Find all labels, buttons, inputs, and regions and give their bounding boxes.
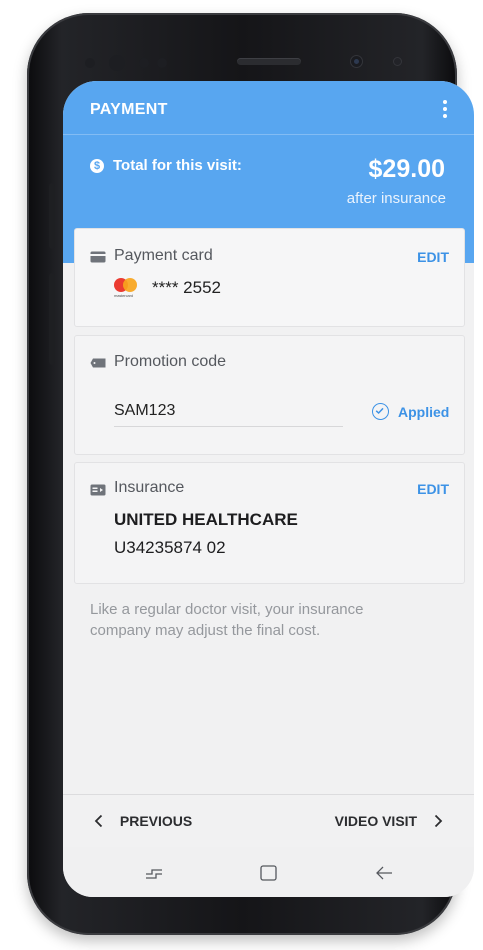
sensor-dot bbox=[157, 58, 167, 68]
footer-divider bbox=[63, 794, 474, 795]
applied-status: Applied bbox=[398, 404, 450, 420]
front-camera bbox=[350, 55, 363, 68]
card-number: **** 2552 bbox=[152, 278, 222, 297]
disclaimer-text: Like a regular doctor visit, your insura… bbox=[90, 601, 364, 639]
sensor-dot bbox=[139, 58, 149, 68]
sensor-dot bbox=[109, 55, 125, 71]
home-icon[interactable] bbox=[260, 865, 277, 881]
proximity-sensor bbox=[393, 57, 402, 66]
insurance-provider: UNITED HEALTHCARE bbox=[114, 510, 298, 529]
app-screen: PAYMENT $ Total for this visit: $29.00 a… bbox=[63, 81, 474, 897]
earpiece-speaker bbox=[237, 58, 301, 65]
bixby-button bbox=[49, 273, 55, 365]
system-nav-bar bbox=[63, 847, 474, 897]
page-title: PAYMENT bbox=[90, 101, 168, 118]
insurance-label: Insurance bbox=[114, 479, 185, 496]
sensor-dot bbox=[85, 58, 95, 68]
phone-frame: PAYMENT $ Total for this visit: $29.00 a… bbox=[27, 13, 474, 935]
total-label: Total for this visit: bbox=[113, 157, 242, 174]
credit-card-icon bbox=[90, 251, 106, 263]
edit-payment-button[interactable]: EDIT bbox=[417, 249, 449, 265]
previous-button[interactable]: PREVIOUS bbox=[94, 812, 192, 829]
video-visit-button[interactable]: VIDEO VISIT bbox=[335, 812, 443, 829]
promo-code-input[interactable] bbox=[114, 396, 343, 427]
kebab-menu-icon[interactable] bbox=[440, 100, 450, 120]
previous-label: PREVIOUS bbox=[119, 813, 193, 830]
insurance-card-icon bbox=[90, 484, 106, 496]
dollar-icon: $ bbox=[90, 159, 104, 173]
edit-insurance-button[interactable]: EDIT bbox=[417, 481, 449, 497]
video-visit-label: VIDEO VISIT bbox=[334, 813, 418, 830]
total-subtext: after insurance bbox=[346, 190, 446, 207]
promotion-section: Promotion code Applied bbox=[74, 335, 465, 455]
chevron-right-icon bbox=[434, 815, 443, 828]
mastercard-logo: mastercard bbox=[114, 278, 142, 300]
chevron-left-icon bbox=[94, 815, 103, 828]
check-circle-icon bbox=[372, 403, 389, 420]
insurance-member-id: U34235874 02 bbox=[114, 538, 226, 557]
header-divider bbox=[63, 134, 474, 135]
insurance-section: Insurance EDIT UNITED HEALTHCARE U342358… bbox=[74, 462, 465, 584]
recent-apps-icon[interactable] bbox=[145, 865, 163, 881]
payment-card-label: Payment card bbox=[114, 247, 213, 264]
volume-button bbox=[49, 183, 55, 249]
payment-card-section: Payment card EDIT mastercard **** 2552 bbox=[74, 228, 465, 327]
total-amount: $29.00 bbox=[368, 155, 445, 183]
promotion-label: Promotion code bbox=[114, 353, 227, 370]
back-icon[interactable] bbox=[375, 865, 393, 881]
tag-icon bbox=[90, 358, 106, 368]
